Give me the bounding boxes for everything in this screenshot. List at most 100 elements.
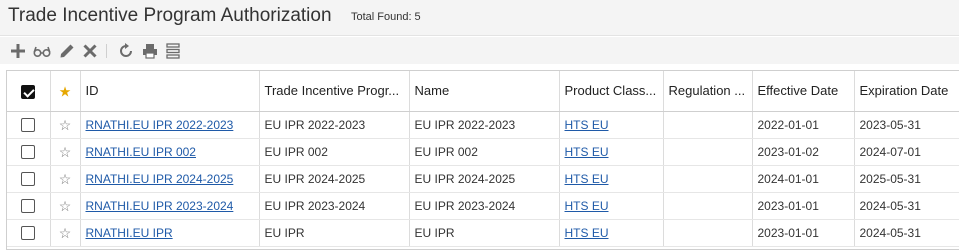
cell-regulation xyxy=(663,111,753,139)
cell-effective-date: 2022-01-01 xyxy=(752,111,855,139)
add-button[interactable] xyxy=(8,41,28,61)
row-favorite-cell: ☆ xyxy=(50,165,81,193)
row-checkbox[interactable] xyxy=(21,225,36,240)
cell-id: RNATHI.EU IPR 2022-2023 xyxy=(80,111,260,139)
cell-expiration-date: 2024-05-31 xyxy=(854,192,959,220)
table-row[interactable]: ☆ RNATHI.EU IPR EU IPR EU IPR HTS EU 202… xyxy=(7,219,959,247)
row-select-cell xyxy=(7,219,51,247)
cell-effective-date: 2023-01-01 xyxy=(752,192,855,220)
star-outline-icon[interactable]: ☆ xyxy=(59,144,72,160)
cell-product-class: HTS EU xyxy=(559,165,664,193)
row-select-cell xyxy=(7,165,51,193)
refresh-icon xyxy=(120,43,132,57)
refresh-button[interactable] xyxy=(116,41,136,61)
print-icon xyxy=(143,44,157,59)
product-class-link[interactable]: HTS EU xyxy=(565,172,609,186)
add-icon xyxy=(11,44,25,58)
star-outline-icon[interactable]: ☆ xyxy=(59,198,72,214)
column-header-regulation[interactable]: Regulation ... xyxy=(663,71,753,112)
cell-regulation xyxy=(663,165,753,193)
cell-program: EU IPR 002 xyxy=(259,138,410,166)
table-row[interactable]: ☆ RNATHI.EU IPR 2023-2024 EU IPR 2023-20… xyxy=(7,192,959,220)
edit-button[interactable] xyxy=(57,41,77,61)
cell-id: RNATHI.EU IPR 2023-2024 xyxy=(80,192,260,220)
cell-program: EU IPR 2022-2023 xyxy=(259,111,410,139)
cell-effective-date: 2023-01-01 xyxy=(752,219,855,247)
column-header-name[interactable]: Name xyxy=(409,71,560,112)
results-grid: ★ ID Trade Incentive Progr... Name Produ… xyxy=(6,70,959,250)
header-row: ★ ID Trade Incentive Progr... Name Produ… xyxy=(7,71,959,112)
delete-button[interactable] xyxy=(80,41,100,61)
cell-regulation xyxy=(663,219,753,247)
total-found: Total Found: 5 xyxy=(348,11,421,23)
record-id-link[interactable]: RNATHI.EU IPR xyxy=(86,226,173,240)
row-select-cell xyxy=(7,192,51,220)
cell-product-class: HTS EU xyxy=(559,192,664,220)
column-header-effective-date[interactable]: Effective Date xyxy=(752,71,855,112)
star-icon[interactable]: ★ xyxy=(59,84,72,100)
cell-name: EU IPR 2022-2023 xyxy=(409,111,560,139)
cell-expiration-date: 2024-05-31 xyxy=(854,219,959,247)
cell-expiration-date: 2023-05-31 xyxy=(854,111,959,139)
cell-program: EU IPR xyxy=(259,219,410,247)
record-id-link[interactable]: RNATHI.EU IPR 2022-2023 xyxy=(86,118,234,132)
cell-program: EU IPR 2023-2024 xyxy=(259,192,410,220)
table-row[interactable]: ☆ RNATHI.EU IPR 002 EU IPR 002 EU IPR 00… xyxy=(7,138,959,166)
results-table: ★ ID Trade Incentive Progr... Name Produ… xyxy=(7,71,959,247)
cell-product-class: HTS EU xyxy=(559,138,664,166)
table-row[interactable]: ☆ RNATHI.EU IPR 2022-2023 EU IPR 2022-20… xyxy=(7,111,959,139)
record-id-link[interactable]: RNATHI.EU IPR 002 xyxy=(86,145,196,159)
cell-id: RNATHI.EU IPR 2024-2025 xyxy=(80,165,260,193)
cell-product-class: HTS EU xyxy=(559,111,664,139)
cell-expiration-date: 2025-05-31 xyxy=(854,165,959,193)
product-class-link[interactable]: HTS EU xyxy=(565,145,609,159)
view-icon xyxy=(33,46,51,58)
row-checkbox[interactable] xyxy=(21,117,36,132)
row-checkbox[interactable] xyxy=(21,171,36,186)
row-checkbox[interactable] xyxy=(21,144,36,159)
cell-product-class: HTS EU xyxy=(559,219,664,247)
record-id-link[interactable]: RNATHI.EU IPR 2023-2024 xyxy=(86,199,234,213)
product-class-link[interactable]: HTS EU xyxy=(565,199,609,213)
select-all-checkbox[interactable] xyxy=(21,84,36,99)
cell-name: EU IPR xyxy=(409,219,560,247)
page-title: Trade Incentive Program Authorization xyxy=(8,5,332,26)
row-select-cell xyxy=(7,111,51,139)
total-found-label: Total Found: xyxy=(351,11,412,23)
cell-regulation xyxy=(663,192,753,220)
cell-name: EU IPR 002 xyxy=(409,138,560,166)
row-favorite-cell: ☆ xyxy=(50,219,81,247)
row-favorite-cell: ☆ xyxy=(50,138,81,166)
cell-id: RNATHI.EU IPR xyxy=(80,219,260,247)
cell-expiration-date: 2024-07-01 xyxy=(854,138,959,166)
columns-icon xyxy=(166,43,180,59)
select-all-cell xyxy=(7,71,51,112)
product-class-link[interactable]: HTS EU xyxy=(565,118,609,132)
view-button[interactable] xyxy=(32,41,52,61)
column-header-expiration-date[interactable]: Expiration Date xyxy=(854,71,959,112)
favorite-header: ★ xyxy=(50,71,81,112)
delete-icon xyxy=(83,44,97,58)
column-header-product-class[interactable]: Product Class... xyxy=(559,71,664,112)
star-outline-icon[interactable]: ☆ xyxy=(59,225,72,241)
cell-effective-date: 2023-01-02 xyxy=(752,138,855,166)
toolbar-separator xyxy=(106,44,107,58)
print-button[interactable] xyxy=(140,41,160,61)
columns-button[interactable] xyxy=(163,41,183,61)
cell-name: EU IPR 2023-2024 xyxy=(409,192,560,220)
edit-icon xyxy=(60,44,74,58)
total-found-count: 5 xyxy=(414,11,421,23)
column-header-program[interactable]: Trade Incentive Progr... xyxy=(259,71,410,112)
star-outline-icon[interactable]: ☆ xyxy=(59,117,72,133)
record-id-link[interactable]: RNATHI.EU IPR 2024-2025 xyxy=(86,172,234,186)
cell-name: EU IPR 2024-2025 xyxy=(409,165,560,193)
row-checkbox[interactable] xyxy=(21,198,36,213)
row-favorite-cell: ☆ xyxy=(50,111,81,139)
row-select-cell xyxy=(7,138,51,166)
toolbar xyxy=(0,37,959,64)
column-header-id[interactable]: ID xyxy=(80,71,260,112)
star-outline-icon[interactable]: ☆ xyxy=(59,171,72,187)
cell-id: RNATHI.EU IPR 002 xyxy=(80,138,260,166)
table-row[interactable]: ☆ RNATHI.EU IPR 2024-2025 EU IPR 2024-20… xyxy=(7,165,959,193)
product-class-link[interactable]: HTS EU xyxy=(565,226,609,240)
